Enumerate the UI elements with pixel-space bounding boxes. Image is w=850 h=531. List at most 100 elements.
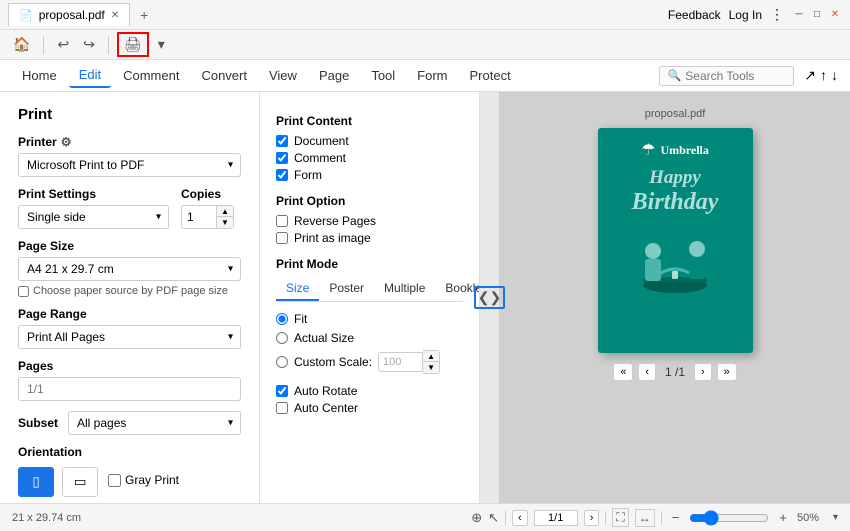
status-next-page-button[interactable]: › — [584, 510, 600, 526]
form-checkbox[interactable] — [276, 169, 288, 181]
zoom-dropdown-button[interactable]: ▾ — [833, 512, 838, 523]
fit-page-icon[interactable]: ⛶ — [612, 508, 628, 527]
status-page-input[interactable] — [534, 510, 578, 526]
external-link-icon[interactable]: ↗ — [804, 67, 816, 84]
login-label[interactable]: Log In — [729, 8, 762, 22]
search-input[interactable] — [685, 69, 785, 83]
page-size-select[interactable]: A4 21 x 29.7 cm — [18, 257, 241, 281]
prev-page-button[interactable]: ‹ — [638, 363, 656, 381]
subset-select-wrap: All pages — [68, 411, 241, 435]
fit-radio[interactable] — [276, 313, 288, 325]
home-icon[interactable]: 🏠 — [8, 33, 35, 56]
portrait-button[interactable]: ▯ — [18, 467, 54, 497]
pages-input[interactable] — [18, 377, 241, 401]
subset-select[interactable]: All pages — [68, 411, 241, 435]
status-bar-right: ⊕ ↖ ‹ › ⛶ ↔ − + 50% ▾ — [471, 508, 838, 527]
mode-options: Fit Actual Size Custom Scale: ▲ ▼ — [276, 312, 463, 374]
document-label: Document — [294, 134, 349, 148]
menu-home[interactable]: Home — [12, 64, 67, 87]
zoom-tool-icon[interactable]: ⊕ — [471, 510, 482, 526]
close-button[interactable]: ✕ — [828, 8, 842, 22]
menu-protect[interactable]: Protect — [460, 64, 521, 87]
subset-group: Subset All pages — [18, 411, 241, 435]
tab-multiple[interactable]: Multiple — [374, 277, 435, 301]
copies-down-button[interactable]: ▼ — [217, 217, 233, 228]
auto-rotate-checkbox[interactable] — [276, 385, 288, 397]
page-range-select-wrap: Print All Pages — [18, 325, 241, 349]
landscape-button[interactable]: ▭ — [62, 467, 98, 497]
tab-poster[interactable]: Poster — [319, 277, 374, 301]
printer-select[interactable]: Microsoft Print to PDF — [18, 153, 241, 177]
redo-icon[interactable]: ↪ — [78, 33, 100, 56]
page-range-group: Page Range Print All Pages — [18, 307, 241, 349]
status-prev-page-button[interactable]: ‹ — [512, 510, 528, 526]
tab-close-button[interactable]: ✕ — [111, 10, 119, 21]
menu-tool[interactable]: Tool — [361, 64, 405, 87]
reverse-pages-label: Reverse Pages — [294, 214, 376, 228]
printer-settings-icon[interactable]: ⚙ — [61, 135, 72, 149]
auto-center-checkbox[interactable] — [276, 402, 288, 414]
scale-input[interactable] — [378, 352, 423, 372]
gray-print-checkbox[interactable] — [108, 474, 121, 487]
document-checkbox-row: Document — [276, 134, 463, 148]
new-tab-button[interactable]: + — [134, 5, 154, 25]
tab-size[interactable]: Size — [276, 277, 319, 301]
forward-icon[interactable]: ↓ — [831, 67, 838, 84]
select-tool-icon[interactable]: ↖ — [488, 510, 499, 526]
orientation-buttons: ▯ ▭ — [18, 467, 98, 497]
settings-copies-row: Print Settings Single side Copies ▲ ▼ — [18, 187, 241, 229]
settings-select[interactable]: Single side — [18, 205, 169, 229]
undo-icon[interactable]: ↩ — [52, 33, 74, 56]
menu-view[interactable]: View — [259, 64, 307, 87]
collapse-panel-button[interactable]: ❮❯ — [480, 92, 500, 503]
scale-up-button[interactable]: ▲ — [423, 351, 439, 362]
actual-size-radio[interactable] — [276, 332, 288, 344]
divider-1 — [505, 511, 506, 525]
menu-edit[interactable]: Edit — [69, 63, 111, 88]
page-display: 1 /1 — [661, 365, 689, 379]
paper-source-checkbox[interactable] — [18, 286, 29, 297]
actual-size-radio-row: Actual Size — [276, 331, 463, 345]
back-icon[interactable]: ↑ — [820, 67, 827, 84]
birthday-text: Birthday — [632, 189, 719, 215]
main-content: Print Printer ⚙ Microsoft Print to PDF P… — [0, 92, 850, 503]
last-page-button[interactable]: » — [717, 363, 737, 381]
toolbar-divider-2 — [108, 36, 109, 54]
page-range-select[interactable]: Print All Pages — [18, 325, 241, 349]
maximize-button[interactable]: □ — [810, 8, 824, 22]
more-options-icon[interactable]: ⋮ — [770, 6, 784, 23]
menu-comment[interactable]: Comment — [113, 64, 189, 87]
copies-input[interactable] — [181, 205, 217, 229]
tab-proposal[interactable]: 📄 proposal.pdf ✕ — [8, 3, 130, 26]
menu-convert[interactable]: Convert — [191, 64, 257, 87]
print-as-image-checkbox[interactable] — [276, 232, 288, 244]
next-page-button[interactable]: › — [694, 363, 712, 381]
mode-tabs: Size Poster Multiple Booklet — [276, 277, 463, 302]
reverse-pages-checkbox[interactable] — [276, 215, 288, 227]
feedback-label[interactable]: Feedback — [668, 8, 721, 22]
zoom-in-icon[interactable]: + — [775, 509, 791, 526]
scale-spinner: ▲ ▼ — [423, 350, 440, 374]
copies-up-button[interactable]: ▲ — [217, 206, 233, 217]
printer-select-wrap: Microsoft Print to PDF — [18, 153, 241, 177]
menu-form[interactable]: Form — [407, 64, 457, 87]
menu-page[interactable]: Page — [309, 64, 359, 87]
scale-down-button[interactable]: ▼ — [423, 362, 439, 373]
print-icon[interactable]: 🖨 — [117, 32, 149, 57]
preview-pagination: « ‹ 1 /1 › » — [613, 363, 737, 381]
comment-checkbox[interactable] — [276, 152, 288, 164]
actual-size-label: Actual Size — [294, 331, 354, 345]
zoom-out-icon[interactable]: − — [668, 509, 684, 526]
zoom-slider[interactable] — [689, 510, 769, 526]
first-page-button[interactable]: « — [613, 363, 633, 381]
search-box[interactable]: 🔍 — [659, 66, 795, 86]
minimize-button[interactable]: ─ — [792, 8, 806, 22]
happy-text: Happy — [649, 168, 701, 189]
document-checkbox[interactable] — [276, 135, 288, 147]
custom-scale-radio[interactable] — [276, 356, 288, 368]
fit-width-icon[interactable]: ↔ — [635, 509, 655, 527]
dropdown-arrow-icon[interactable]: ▾ — [153, 33, 170, 56]
settings-col: Print Settings Single side — [18, 187, 169, 229]
divider-2 — [605, 511, 606, 525]
printer-group: Printer ⚙ Microsoft Print to PDF — [18, 135, 241, 177]
